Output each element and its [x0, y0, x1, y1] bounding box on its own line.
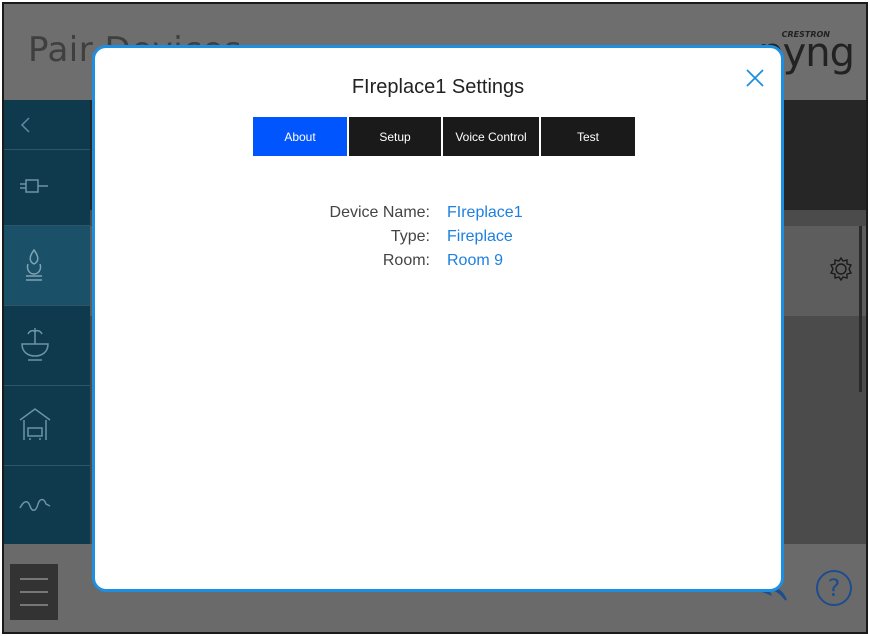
menu-line: [20, 591, 48, 593]
device-info: Device Name: FIreplace1 Type: Fireplace …: [95, 204, 781, 276]
tab-voice-control[interactable]: Voice Control: [443, 117, 539, 156]
tab-about[interactable]: About: [253, 117, 347, 156]
sidebar-item-plug[interactable]: [4, 150, 90, 226]
sidebar-item-fireplace[interactable]: [4, 226, 90, 306]
type-label: Type:: [390, 228, 430, 245]
tab-test[interactable]: Test: [541, 117, 635, 156]
hamburger-menu-button[interactable]: [10, 564, 58, 620]
device-name-value: FIreplace1: [447, 204, 523, 221]
sidebar-item-shades[interactable]: [4, 466, 90, 544]
tab-setup[interactable]: Setup: [349, 117, 441, 156]
back-button[interactable]: [4, 100, 90, 150]
garage-icon: [19, 408, 51, 440]
chevron-left-icon: [20, 117, 30, 133]
menu-line: [20, 578, 48, 580]
help-button[interactable]: ?: [816, 570, 852, 606]
room-label: Room:: [382, 252, 430, 269]
info-row-room: Room: Room 9: [95, 252, 781, 276]
settings-tabs: About Setup Voice Control Test: [253, 117, 637, 156]
room-value: Room 9: [447, 252, 504, 269]
plug-icon: [20, 179, 48, 193]
settings-dialog: FIreplace1 Settings About Setup Voice Co…: [92, 45, 784, 592]
info-row-type: Type: Fireplace: [95, 228, 781, 252]
sidebar-item-garage[interactable]: [4, 386, 90, 466]
sidebar-item-fountain[interactable]: [4, 306, 90, 386]
wave-icon: [19, 498, 51, 511]
fireplace-icon: [26, 248, 42, 281]
device-name-label: Device Name:: [329, 204, 430, 221]
menu-line: [20, 604, 48, 606]
dialog-title: FIreplace1 Settings: [351, 76, 525, 98]
close-icon[interactable]: [743, 66, 767, 90]
app-window: Pair Devices CRESTRON pyng: [2, 2, 868, 634]
sidebar: [4, 100, 90, 544]
scrollbar[interactable]: [859, 226, 862, 392]
info-row-device-name: Device Name: FIreplace1: [95, 204, 781, 228]
gear-icon[interactable]: [828, 256, 854, 286]
fountain-icon: [21, 328, 49, 361]
type-value: Fireplace: [447, 228, 513, 245]
